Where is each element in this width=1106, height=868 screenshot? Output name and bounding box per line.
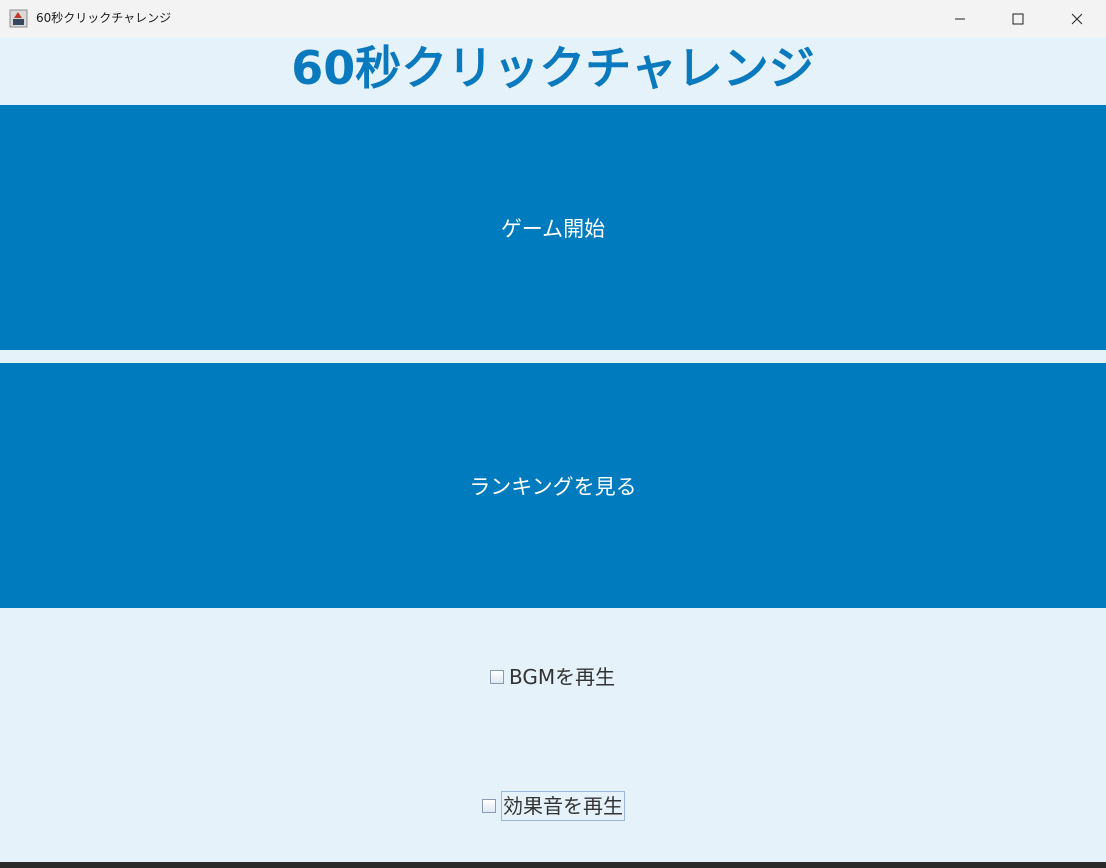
sound-effects-checkbox-row[interactable]: 効果音を再生 <box>482 790 625 822</box>
title-bar: 60秒クリックチャレンジ <box>0 0 1106 37</box>
java-app-icon <box>9 9 28 28</box>
window-title: 60秒クリックチャレンジ <box>36 11 172 25</box>
maximize-icon <box>1012 13 1024 24</box>
start-game-button[interactable]: ゲーム開始 <box>0 105 1106 350</box>
app-window: 60秒クリックチャレンジ 60秒クリックチャレンジ ゲーム開始 ランキングを見る… <box>0 0 1106 868</box>
maximize-button[interactable] <box>989 0 1047 37</box>
sound-effects-checkbox-label[interactable]: 効果音を再生 <box>501 791 625 821</box>
view-ranking-button[interactable]: ランキングを見る <box>0 363 1106 608</box>
start-game-label: ゲーム開始 <box>500 216 606 241</box>
sound-effects-checkbox[interactable] <box>482 799 496 813</box>
page-title: 60秒クリックチャレンジ <box>291 41 815 95</box>
minimize-icon <box>955 18 965 19</box>
view-ranking-label: ランキングを見る <box>469 474 637 499</box>
background-window-edge <box>0 862 1106 868</box>
close-icon <box>1071 13 1083 24</box>
bgm-checkbox-label[interactable]: BGMを再生 <box>509 665 615 689</box>
minimize-button[interactable] <box>931 0 989 37</box>
close-button[interactable] <box>1048 0 1106 37</box>
bgm-checkbox-row[interactable]: BGMを再生 <box>490 664 615 690</box>
bgm-checkbox[interactable] <box>490 670 504 684</box>
